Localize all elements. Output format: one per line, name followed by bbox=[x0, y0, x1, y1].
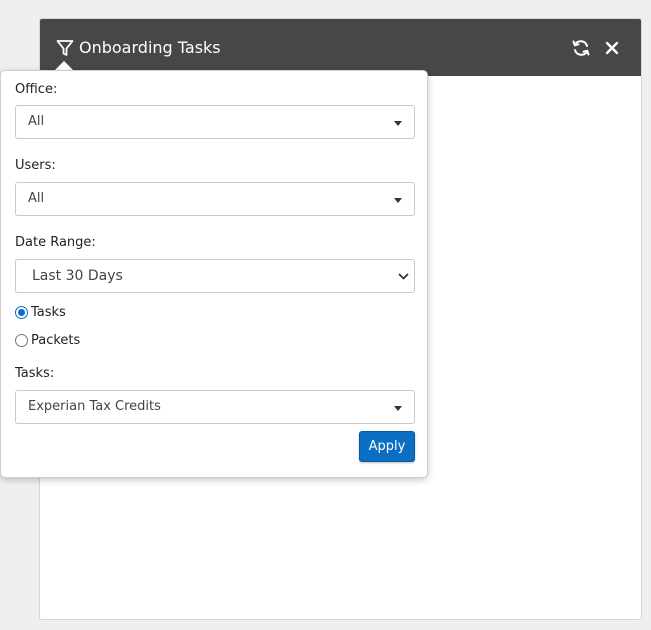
date-range-select-value: Last 30 Days bbox=[32, 268, 123, 284]
tasks-radio-label: Tasks bbox=[31, 305, 66, 320]
apply-button[interactable]: Apply bbox=[359, 431, 415, 462]
close-icon[interactable] bbox=[603, 39, 621, 57]
tasks-select-value: Experian Tax Credits bbox=[28, 399, 161, 414]
users-label: Users: bbox=[15, 158, 56, 173]
tasks-select[interactable]: Experian Tax Credits bbox=[15, 390, 415, 424]
tasks-label: Tasks: bbox=[15, 366, 55, 381]
caret-down-icon bbox=[394, 406, 402, 411]
tasks-radio[interactable] bbox=[15, 306, 28, 319]
office-label: Office: bbox=[15, 82, 58, 97]
refresh-icon[interactable] bbox=[571, 38, 591, 58]
chevron-down-icon bbox=[398, 273, 409, 280]
date-range-label: Date Range: bbox=[15, 235, 96, 250]
widget-title: Onboarding Tasks bbox=[79, 38, 221, 57]
popover-arrow bbox=[55, 61, 73, 70]
packets-radio[interactable] bbox=[15, 334, 28, 347]
caret-down-icon bbox=[394, 121, 402, 126]
users-select-value: All bbox=[28, 191, 45, 206]
office-select-value: All bbox=[28, 114, 45, 129]
filter-icon[interactable] bbox=[55, 38, 75, 58]
office-select[interactable]: All bbox=[15, 105, 415, 139]
caret-down-icon bbox=[394, 198, 402, 203]
widget-header: Onboarding Tasks bbox=[40, 19, 641, 76]
filter-popover: Office: All Users: All Date Range: Last … bbox=[0, 70, 428, 478]
date-range-select[interactable]: Last 30 Days bbox=[15, 259, 415, 293]
users-select[interactable]: All bbox=[15, 182, 415, 216]
packets-radio-label: Packets bbox=[31, 333, 81, 348]
